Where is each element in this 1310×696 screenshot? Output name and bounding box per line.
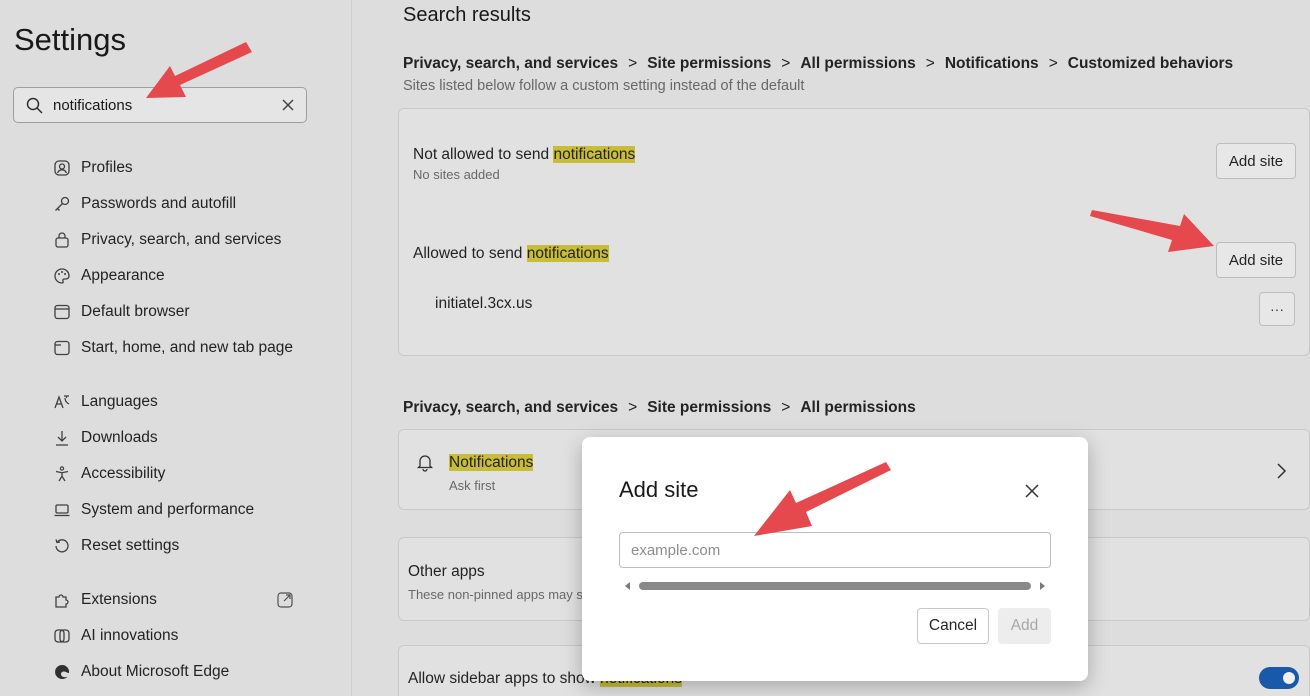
dialog-title: Add site bbox=[619, 477, 699, 502]
cancel-button[interactable]: Cancel bbox=[917, 608, 989, 644]
site-url-input[interactable] bbox=[619, 532, 1051, 568]
close-icon[interactable] bbox=[1022, 481, 1042, 501]
horizontal-scrollbar[interactable] bbox=[623, 580, 1047, 592]
add-button[interactable]: Add bbox=[998, 608, 1051, 644]
add-site-dialog: Add site Cancel Add bbox=[582, 437, 1088, 681]
